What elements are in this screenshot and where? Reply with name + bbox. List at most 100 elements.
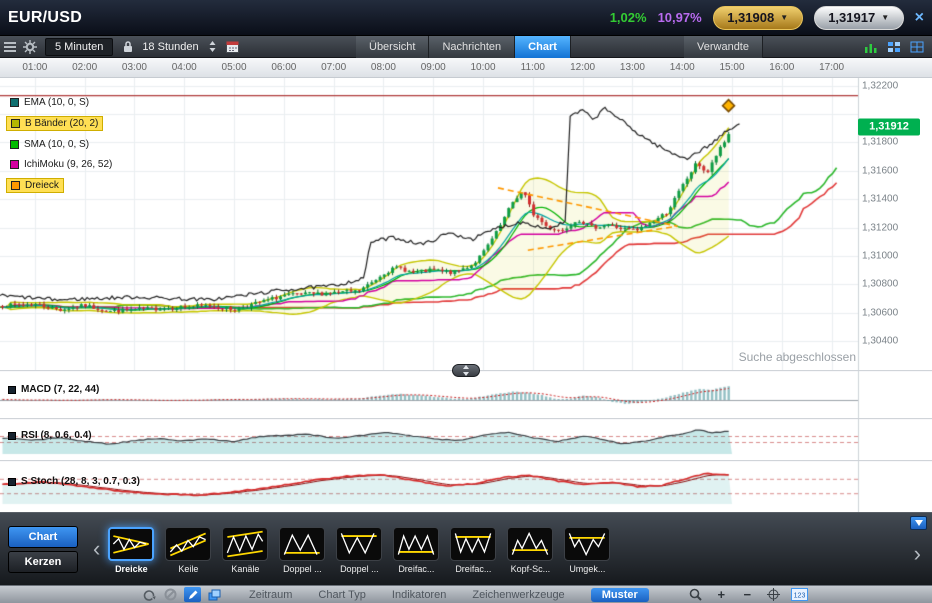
spinner-icon[interactable] — [204, 38, 222, 56]
time-label: 02:00 — [72, 62, 98, 73]
time-label: 12:00 — [570, 62, 596, 73]
scroll-right-icon[interactable]: › — [909, 543, 926, 566]
stoch-panel: S Stoch (28, 8, 3, 0.7, 0.3) — [0, 460, 932, 512]
range-value[interactable]: 18 Stunden — [142, 41, 198, 53]
pattern-tile-strip: Dreicke Keile Kanäle Doppel ... Doppel ... Dr… — [107, 526, 611, 574]
legend-color-icon — [11, 119, 20, 128]
tab-verwandte[interactable]: Verwandte — [684, 36, 763, 58]
tab-übersicht[interactable]: Übersicht — [356, 36, 430, 58]
price-axis-label: 1,31800 — [862, 136, 899, 148]
pattern-tile-wedge-pattern[interactable]: Keile — [164, 526, 212, 574]
pattern-tile-label: Dreifac... — [455, 563, 492, 574]
double-bottom-pattern-icon — [336, 526, 383, 561]
mini-chart-icon[interactable] — [862, 38, 880, 56]
crosshair-icon[interactable] — [765, 587, 782, 602]
price-axis-label: 1,31000 — [862, 250, 899, 262]
buy-price-button[interactable]: 1,31917 ▼ — [813, 5, 904, 30]
tile-windows-icon[interactable] — [885, 38, 903, 56]
rsi-chip-icon — [8, 431, 16, 440]
close-icon[interactable]: × — [915, 9, 924, 26]
interval-select[interactable]: 5 Minuten — [45, 37, 114, 56]
pattern-tile-label: Kopf-Sc... — [510, 563, 551, 574]
calendar-icon[interactable] — [224, 38, 242, 56]
symbol-title: EUR/USD — [8, 8, 83, 26]
double-top-pattern-icon — [279, 526, 326, 561]
bottom-toolbar: Zeitraum Chart Typ Indikatoren Zeichenwerkz… — [0, 585, 932, 603]
chart-mode-button[interactable]: Chart — [8, 525, 78, 548]
rsi-canvas[interactable] — [0, 418, 932, 460]
gear-icon[interactable] — [21, 38, 39, 56]
time-label: 07:00 — [321, 62, 347, 73]
pattern-tile-channel-pattern[interactable]: Kanäle — [221, 526, 269, 574]
pattern-tile-label: Dreifac... — [398, 563, 435, 574]
zoom-in-icon[interactable]: + — [713, 587, 730, 602]
chevron-down-icon: ▼ — [780, 13, 789, 22]
menu-chart-typ[interactable]: Chart Typ — [318, 589, 366, 601]
pattern-tile-inverse-head-shoulders-pattern[interactable]: Umgek... — [563, 526, 611, 574]
triple-top-pattern-icon — [393, 526, 440, 561]
legend-item-3[interactable]: SMA (10, 0, S) — [6, 138, 93, 151]
sell-price-value: 1,31908 — [727, 10, 775, 25]
indicator-legend: EMA (10, 0, S) B Bänder (20, 2) SMA (10, 0… — [6, 96, 116, 193]
sell-price-button[interactable]: 1,31908 ▼ — [712, 5, 803, 30]
wedge-pattern-icon — [165, 526, 212, 561]
menu-muster[interactable]: Muster — [590, 587, 649, 602]
pattern-tile-label: Keile — [178, 563, 199, 574]
legend-label: Dreieck — [25, 180, 59, 191]
pattern-tile-triple-bottom-pattern[interactable]: Dreifac... — [449, 526, 497, 574]
menu-zeitraum[interactable]: Zeitraum — [249, 589, 292, 601]
inverse-head-shoulders-pattern-icon — [564, 526, 611, 561]
main-chart-area[interactable]: EMA (10, 0, S) B Bänder (20, 2) SMA (10, 0… — [0, 78, 932, 370]
time-label: 16:00 — [769, 62, 795, 73]
price-axis-label: 1,31200 — [862, 222, 899, 234]
pattern-tile-triple-top-pattern[interactable]: Dreifac... — [392, 526, 440, 574]
pattern-tile-label: Doppel ... — [283, 563, 322, 574]
menu-zeichenwerkzeuge[interactable]: Zeichenwerkzeuge — [472, 589, 564, 601]
legend-item-2[interactable]: B Bänder (20, 2) — [6, 116, 104, 131]
legend-item-4[interactable]: IchiMoku (9, 26, 52) — [6, 158, 116, 171]
pattern-tile-head-shoulders-pattern[interactable]: Kopf-Sc... — [506, 526, 554, 574]
legend-item-1[interactable]: EMA (10, 0, S) — [6, 96, 93, 109]
time-label: 13:00 — [619, 62, 645, 73]
legend-item-5[interactable]: Dreieck — [6, 178, 64, 193]
collapse-down-icon[interactable] — [910, 516, 927, 530]
pattern-tile-label: Doppel ... — [340, 563, 379, 574]
rsi-label: RSI (8, 0.6, 0.4) — [21, 430, 92, 441]
lock-icon[interactable] — [119, 38, 137, 56]
scroll-left-icon[interactable]: ‹ — [88, 537, 105, 561]
pencil-icon[interactable] — [184, 587, 201, 602]
tab-nachrichten[interactable]: Nachrichten — [429, 36, 516, 58]
tab-chart[interactable]: Chart — [515, 36, 571, 58]
legend-color-icon — [10, 140, 19, 149]
undo-icon[interactable] — [140, 587, 157, 602]
time-label: 01:00 — [22, 62, 48, 73]
grid-windows-icon[interactable] — [908, 38, 926, 56]
pattern-tile-double-top-pattern[interactable]: Doppel ... — [278, 526, 326, 574]
menu-indikatoren[interactable]: Indikatoren — [392, 589, 446, 601]
macd-canvas[interactable] — [0, 370, 932, 418]
channel-pattern-icon — [222, 526, 269, 561]
values-icon[interactable]: 123 — [790, 587, 808, 602]
time-label: 15:00 — [719, 62, 745, 73]
time-label: 06:00 — [271, 62, 297, 73]
svg-text:123: 123 — [793, 593, 805, 600]
legend-color-icon — [10, 98, 19, 107]
price-axis-label: 1,31400 — [862, 193, 899, 205]
pattern-tile-triangle-pattern[interactable]: Dreicke — [107, 526, 155, 574]
legend-label: SMA (10, 0, S) — [24, 139, 90, 150]
time-label: 08:00 — [370, 62, 396, 73]
zoom-icon[interactable] — [687, 587, 704, 602]
macd-panel: MACD (7, 22, 44) — [0, 370, 932, 418]
panel-splitter-handle[interactable] — [452, 364, 480, 377]
time-label: 10:00 — [470, 62, 496, 73]
price-chart-canvas[interactable] — [0, 78, 932, 370]
layers-icon[interactable] — [206, 587, 223, 602]
pattern-tile-double-bottom-pattern[interactable]: Doppel ... — [335, 526, 383, 574]
kerzen-mode-button[interactable]: Kerzen — [8, 550, 78, 573]
list-icon[interactable] — [1, 38, 19, 56]
stoch-chip-icon — [8, 477, 16, 486]
price-axis-label: 1,30400 — [862, 335, 899, 347]
zoom-out-icon[interactable]: − — [739, 587, 756, 602]
trading-app-window: EUR/USD 1,02% 10,97% 1,31908 ▼ 1,31917 ▼… — [0, 0, 932, 603]
disable-icon[interactable] — [162, 587, 179, 602]
